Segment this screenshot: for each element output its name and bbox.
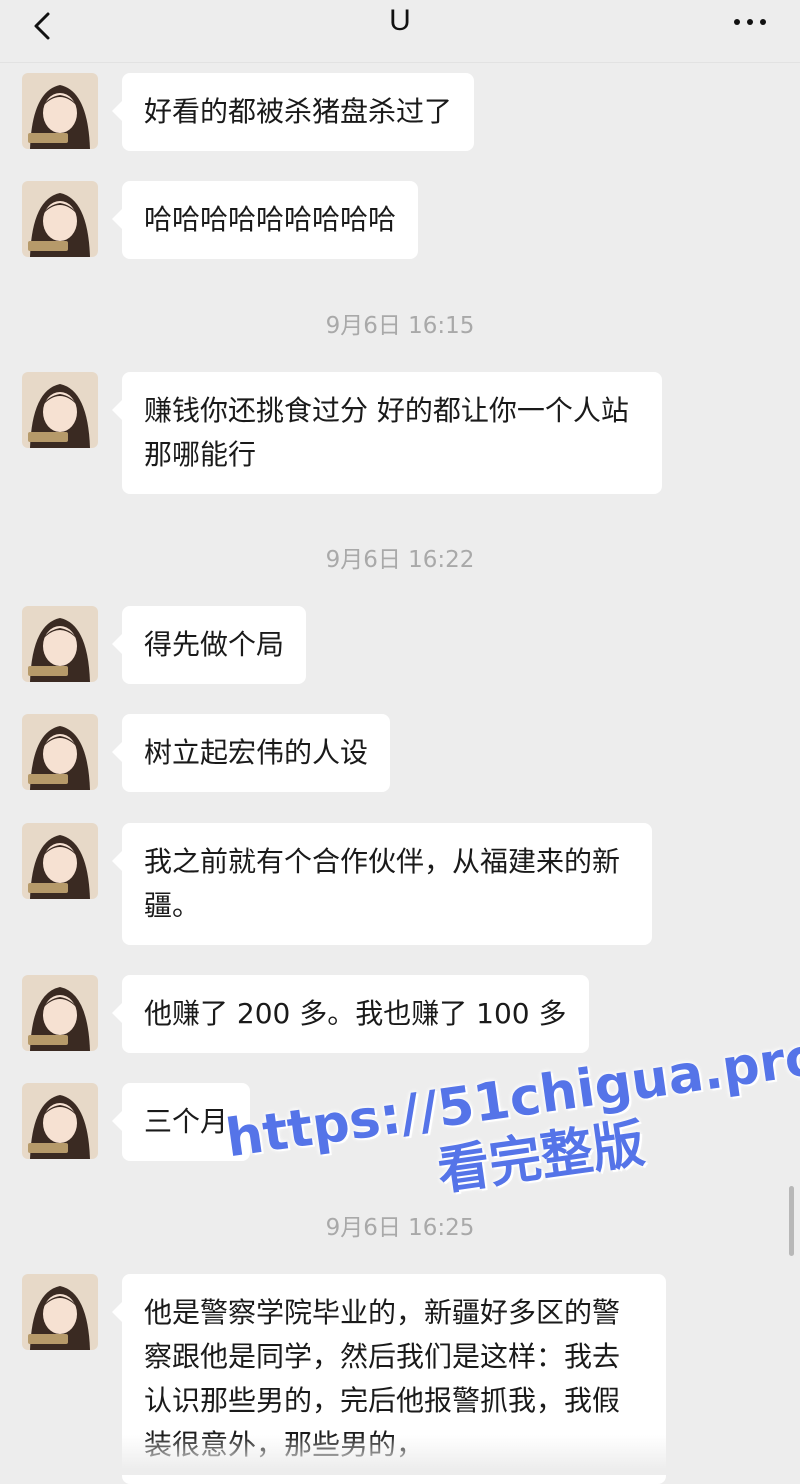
more-button[interactable] — [730, 6, 770, 36]
avatar[interactable] — [22, 606, 98, 682]
bottom-fade — [0, 1435, 800, 1475]
message-bubble[interactable]: 好看的都被杀猪盘杀过了 — [111, 73, 475, 151]
message-bubble[interactable]: 得先做个局 — [111, 606, 307, 684]
scrollbar[interactable] — [789, 1186, 794, 1256]
timestamp: 9月6日 16:22 — [325, 547, 475, 573]
message-row: 他赚了 200 多。我也赚了 100 多 — [22, 975, 589, 1053]
message-row: 树立起宏伟的人设 — [22, 714, 391, 792]
avatar[interactable] — [22, 975, 98, 1051]
timestamp: 9月6日 16:15 — [325, 313, 475, 339]
message-bubble[interactable]: 树立起宏伟的人设 — [111, 714, 391, 792]
avatar[interactable] — [22, 372, 98, 448]
avatar[interactable] — [22, 714, 98, 790]
message-row: 得先做个局 — [22, 606, 307, 684]
more-dots-icon — [734, 19, 740, 25]
avatar[interactable] — [22, 1274, 98, 1350]
message-row: 赚钱你还挑食过分 好的都让你一个人站那哪能行 — [22, 372, 662, 494]
avatar[interactable] — [22, 1083, 98, 1159]
message-row: 哈哈哈哈哈哈哈哈哈 — [22, 181, 419, 259]
chat-title: U — [389, 4, 411, 37]
message-row: 三个月 — [22, 1083, 251, 1161]
message-bubble[interactable]: 赚钱你还挑食过分 好的都让你一个人站那哪能行 — [112, 372, 662, 494]
avatar[interactable] — [22, 823, 98, 899]
message-bubble[interactable]: 哈哈哈哈哈哈哈哈哈 — [111, 181, 419, 259]
message-row: 好看的都被杀猪盘杀过了 — [22, 73, 475, 151]
avatar[interactable] — [22, 181, 98, 257]
chat-header: U — [0, 0, 800, 63]
message-row: 我之前就有个合作伙伴，从福建来的新疆。 — [22, 823, 652, 945]
message-bubble[interactable]: 他赚了 200 多。我也赚了 100 多 — [112, 975, 589, 1053]
avatar[interactable] — [22, 73, 98, 149]
message-bubble[interactable]: 我之前就有个合作伙伴，从福建来的新疆。 — [112, 823, 652, 945]
